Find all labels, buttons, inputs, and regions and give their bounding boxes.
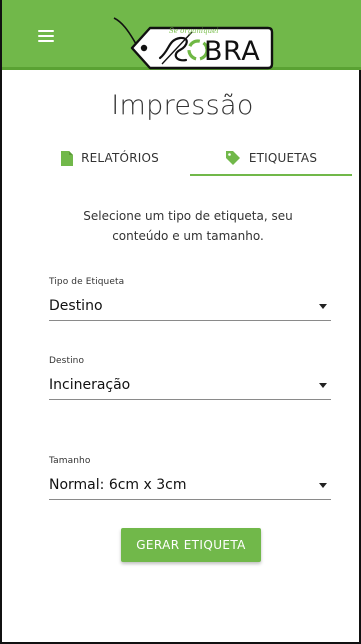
hamburger-menu-icon[interactable] — [38, 30, 54, 42]
instructions-text: Selecione um tipo de etiqueta, seu conte… — [83, 209, 293, 243]
tipo-etiqueta-field: Tipo de Etiqueta Destino — [49, 277, 331, 321]
tipo-etiqueta-value: Destino — [49, 298, 103, 314]
top-app-bar: Se organiquei BRA — [2, 0, 361, 70]
generate-label-button[interactable]: GERAR ETIQUETA — [121, 528, 261, 562]
tipo-etiqueta-label: Tipo de Etiqueta — [49, 277, 125, 287]
dropdown-arrow-icon — [319, 383, 327, 388]
page-title: Impressão — [111, 90, 254, 121]
destino-value: Incineração — [49, 377, 131, 393]
tab-etiquetas[interactable]: ETIQUETAS — [190, 140, 352, 176]
tab-relatorios-label: RELATÓRIOS — [81, 151, 159, 165]
tamanho-value: Normal: 6cm x 3cm — [49, 477, 187, 493]
destino-select[interactable]: Incineração — [49, 374, 331, 400]
destino-field: Destino Incineração — [49, 356, 331, 400]
tamanho-label: Tamanho — [49, 456, 91, 466]
logo-wordmark: BRA — [204, 36, 261, 67]
tamanho-field: Tamanho Normal: 6cm x 3cm — [49, 456, 331, 500]
tamanho-select[interactable]: Normal: 6cm x 3cm — [49, 474, 331, 500]
app-frame: Se organiquei BRA Impressão RELATÓRIOS E… — [0, 0, 361, 644]
tab-relatorios[interactable]: RELATÓRIOS — [30, 140, 190, 176]
dropdown-arrow-icon — [319, 304, 327, 309]
logo-script-text: Se organiquei — [169, 27, 219, 35]
tag-icon — [225, 150, 241, 166]
destino-label: Destino — [49, 356, 85, 366]
tab-etiquetas-label: ETIQUETAS — [248, 151, 318, 165]
tab-bar: RELATÓRIOS ETIQUETAS — [30, 140, 352, 176]
tipo-etiqueta-select[interactable]: Destino — [49, 295, 331, 321]
dropdown-arrow-icon — [319, 483, 327, 488]
active-tab-indicator — [190, 174, 352, 176]
file-icon — [61, 150, 74, 166]
